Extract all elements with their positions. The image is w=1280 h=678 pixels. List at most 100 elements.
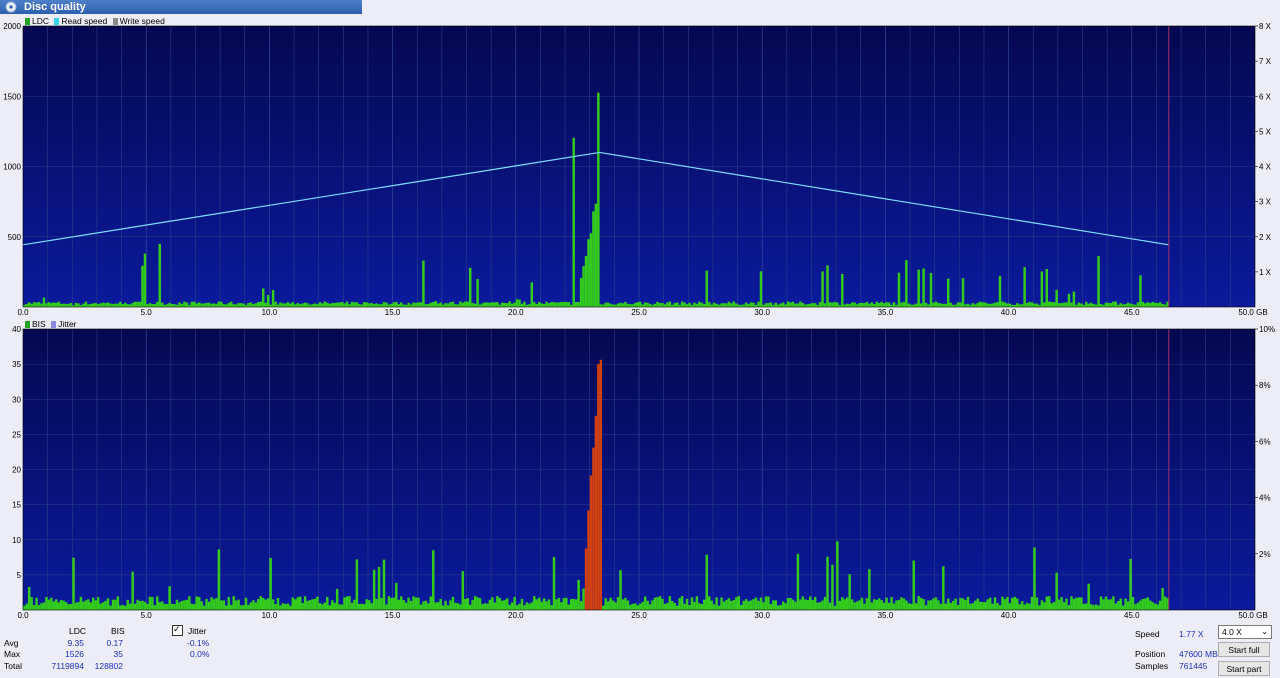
bis-bar <box>385 604 388 610</box>
bis-bar <box>247 604 250 610</box>
bis-bar <box>1062 602 1066 610</box>
bis-bar <box>801 596 805 610</box>
bis-bar <box>742 600 745 610</box>
bis-bar <box>971 603 975 610</box>
bis-bar <box>239 605 243 610</box>
chevron-down-icon: ⌄ <box>1261 627 1268 636</box>
bis-bar <box>675 605 679 610</box>
bis-bar <box>281 603 285 610</box>
bis-bar <box>1040 600 1044 610</box>
start-full-button[interactable]: Start full <box>1218 642 1270 657</box>
bis-bar <box>552 556 556 610</box>
bis-bar <box>207 601 211 610</box>
bis-bar <box>1013 596 1016 610</box>
bis-bar <box>594 415 598 610</box>
bis-bar <box>126 599 129 610</box>
bis-bar <box>94 600 97 610</box>
bis-bar <box>725 599 728 610</box>
bis-bar <box>419 604 423 610</box>
stats-header-ldc: LDC <box>69 626 87 636</box>
bis-bar <box>740 604 743 610</box>
bis-bar <box>35 597 38 610</box>
bis-bar <box>234 600 238 610</box>
bis-bar <box>138 601 142 610</box>
bis-bar <box>1084 603 1088 610</box>
bis-bar <box>690 597 694 610</box>
bis-bar <box>1077 597 1081 610</box>
bis-bar <box>121 604 125 610</box>
bis-bar <box>1134 604 1137 610</box>
bis-bar <box>540 601 543 610</box>
bis-bar <box>1121 605 1125 610</box>
bis-bar <box>663 603 667 610</box>
bis-bar <box>520 598 524 610</box>
bis-bar <box>880 600 883 610</box>
bis-bar <box>648 604 652 610</box>
bis-bar <box>32 605 36 610</box>
bis-chart: 0.0 5.0 10.0 15.0 20.0 25.0 30.0 35.0 40.0 45.0 50… <box>12 325 1275 620</box>
bis-bar <box>131 571 134 610</box>
jitter-toggle[interactable]: Jitter <box>172 624 206 636</box>
bis-bar <box>432 550 435 610</box>
bis-bar <box>1020 601 1024 610</box>
bis-bar <box>776 605 780 610</box>
bis-bar <box>466 598 469 610</box>
bis-bar <box>505 598 509 610</box>
bis-bar <box>639 603 642 610</box>
bis-bar <box>885 597 888 610</box>
bis-bar <box>983 602 987 610</box>
bis-bar <box>27 586 31 610</box>
bis-bar <box>1072 598 1076 610</box>
bis-bar <box>890 597 893 610</box>
bis-bar <box>705 554 708 610</box>
bis-bar <box>298 596 302 610</box>
bis-bar <box>611 600 615 610</box>
bis-bar <box>156 596 159 610</box>
bis-bar <box>338 604 341 610</box>
start-part-button[interactable]: Start part <box>1218 661 1270 676</box>
bis-bar <box>1136 602 1140 610</box>
bis-bar <box>407 597 410 610</box>
bis-bar <box>468 604 472 610</box>
bis-bar <box>496 596 499 610</box>
bis-bar <box>1057 599 1061 610</box>
bis-bar <box>402 600 405 610</box>
bis-bar <box>269 557 272 610</box>
bis-bar <box>74 602 78 610</box>
bis-bar <box>165 603 169 610</box>
bis-bar <box>606 601 610 610</box>
y-tick-label-left: 35 <box>12 360 21 369</box>
bis-bar <box>387 596 391 610</box>
bis-bar <box>833 605 837 610</box>
bis-bar <box>1141 598 1145 610</box>
bis-bar <box>461 571 465 610</box>
bis-bar <box>106 598 110 610</box>
bis-bar <box>486 603 489 610</box>
bis-bar <box>222 600 226 610</box>
bis-bar <box>799 599 802 610</box>
bis-bar <box>533 596 536 610</box>
bis-bar <box>200 601 203 610</box>
bis-bar <box>671 601 674 610</box>
bis-bar <box>454 602 457 610</box>
bis-bar <box>451 596 455 610</box>
bis-bar <box>767 596 770 610</box>
speed-select[interactable]: 4.0 X ⌄ <box>1218 625 1272 639</box>
bis-bar <box>823 596 827 610</box>
bis-bar <box>252 600 255 610</box>
bis-bar <box>542 598 546 610</box>
stats-total-bis: 128802 <box>94 661 123 671</box>
bis-bar <box>698 603 701 610</box>
bis-bar <box>700 604 704 610</box>
bis-bar <box>392 597 396 610</box>
bis-bar <box>562 598 566 610</box>
bis-bar <box>1089 604 1093 610</box>
bis-bar <box>769 603 773 610</box>
bis-bar <box>212 599 216 610</box>
bis-bar <box>616 597 620 610</box>
bis-bar <box>873 599 876 610</box>
bis-bar <box>710 600 713 610</box>
bis-bar <box>523 605 526 610</box>
jitter-checkbox[interactable] <box>172 624 183 636</box>
bis-bar <box>956 604 960 610</box>
